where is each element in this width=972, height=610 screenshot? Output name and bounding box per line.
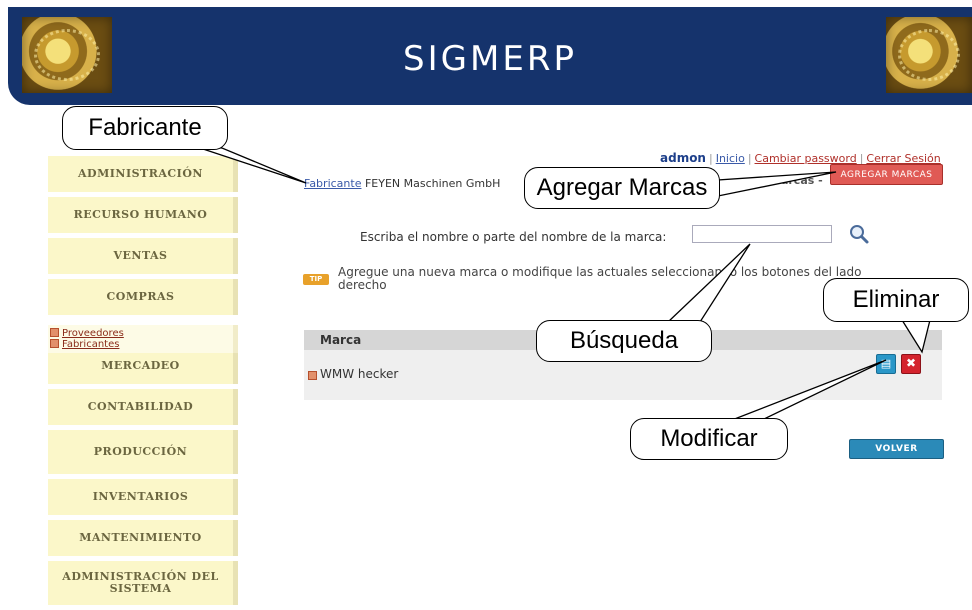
tip-badge: TIP — [303, 274, 329, 285]
sidebar-menu: Administración Recurso Humano Ventas Com… — [48, 156, 238, 610]
app-title: SIGMERP — [403, 39, 577, 79]
sidebar-item-mantenimiento[interactable]: mantenimiento — [48, 520, 238, 556]
home-link[interactable]: Inicio — [716, 152, 745, 165]
sidebar-item-compras[interactable]: Compras — [48, 279, 238, 315]
username: admon — [660, 151, 706, 165]
search-label: Escriba el nombre o parte del nombre de … — [360, 230, 667, 244]
edit-icon[interactable]: ▤ — [876, 354, 896, 374]
bullet-icon — [308, 371, 317, 380]
callout-modificar: Modificar — [630, 418, 788, 460]
breadcrumb-fabricante-link[interactable]: Fabricante — [304, 177, 361, 190]
app-header: SIGMERP — [8, 7, 972, 105]
column-header-marca: Marca — [320, 333, 362, 347]
compras-submenu: Proveedores Fabricantes — [48, 325, 238, 353]
gear-logo-right-icon — [886, 17, 972, 93]
sidebar-item-contabilidad[interactable]: Contabilidad — [48, 389, 238, 425]
search-input[interactable] — [692, 225, 832, 243]
sidebar-item-produccion[interactable]: Producción — [48, 430, 238, 474]
breadcrumb-manufacturer-name: FEYEN Maschinen GmbH — [364, 177, 501, 190]
sidebar-item-inventarios[interactable]: Inventarios — [48, 479, 238, 515]
sidebar-item-ventas[interactable]: Ventas — [48, 238, 238, 274]
submenu-item-proveedores[interactable]: Proveedores — [50, 328, 231, 339]
sidebar-item-administracion-sistema[interactable]: Administración Del Sistema — [48, 561, 238, 605]
marcas-label: Marcas - — [770, 174, 823, 187]
back-button[interactable]: Volver — [849, 439, 944, 459]
breadcrumb: Fabricante FEYEN Maschinen GmbH — [304, 177, 500, 190]
bullet-icon — [50, 339, 59, 348]
callout-agregar-marcas: Agregar Marcas — [524, 167, 720, 209]
sidebar-item-mercadeo[interactable]: Mercadeo — [48, 348, 238, 384]
callout-busqueda: Búsqueda — [536, 320, 712, 362]
delete-icon[interactable]: ✖ — [901, 354, 921, 374]
brand-name: WMW hecker — [320, 367, 399, 381]
submenu-item-fabricantes[interactable]: Fabricantes — [50, 339, 231, 350]
sidebar-item-recurso-humano[interactable]: Recurso Humano — [48, 197, 238, 233]
search-icon[interactable] — [848, 223, 870, 245]
bullet-icon — [50, 328, 59, 337]
user-links-bar: admon | Inicio | Cambiar password | Cerrar Ses… — [660, 151, 941, 165]
callout-eliminar: Eliminar — [823, 278, 969, 322]
add-brand-button[interactable]: Agregar Marcas — [830, 164, 943, 185]
callout-fabricante: Fabricante — [62, 106, 228, 150]
sidebar-item-administracion[interactable]: Administración — [48, 156, 238, 192]
